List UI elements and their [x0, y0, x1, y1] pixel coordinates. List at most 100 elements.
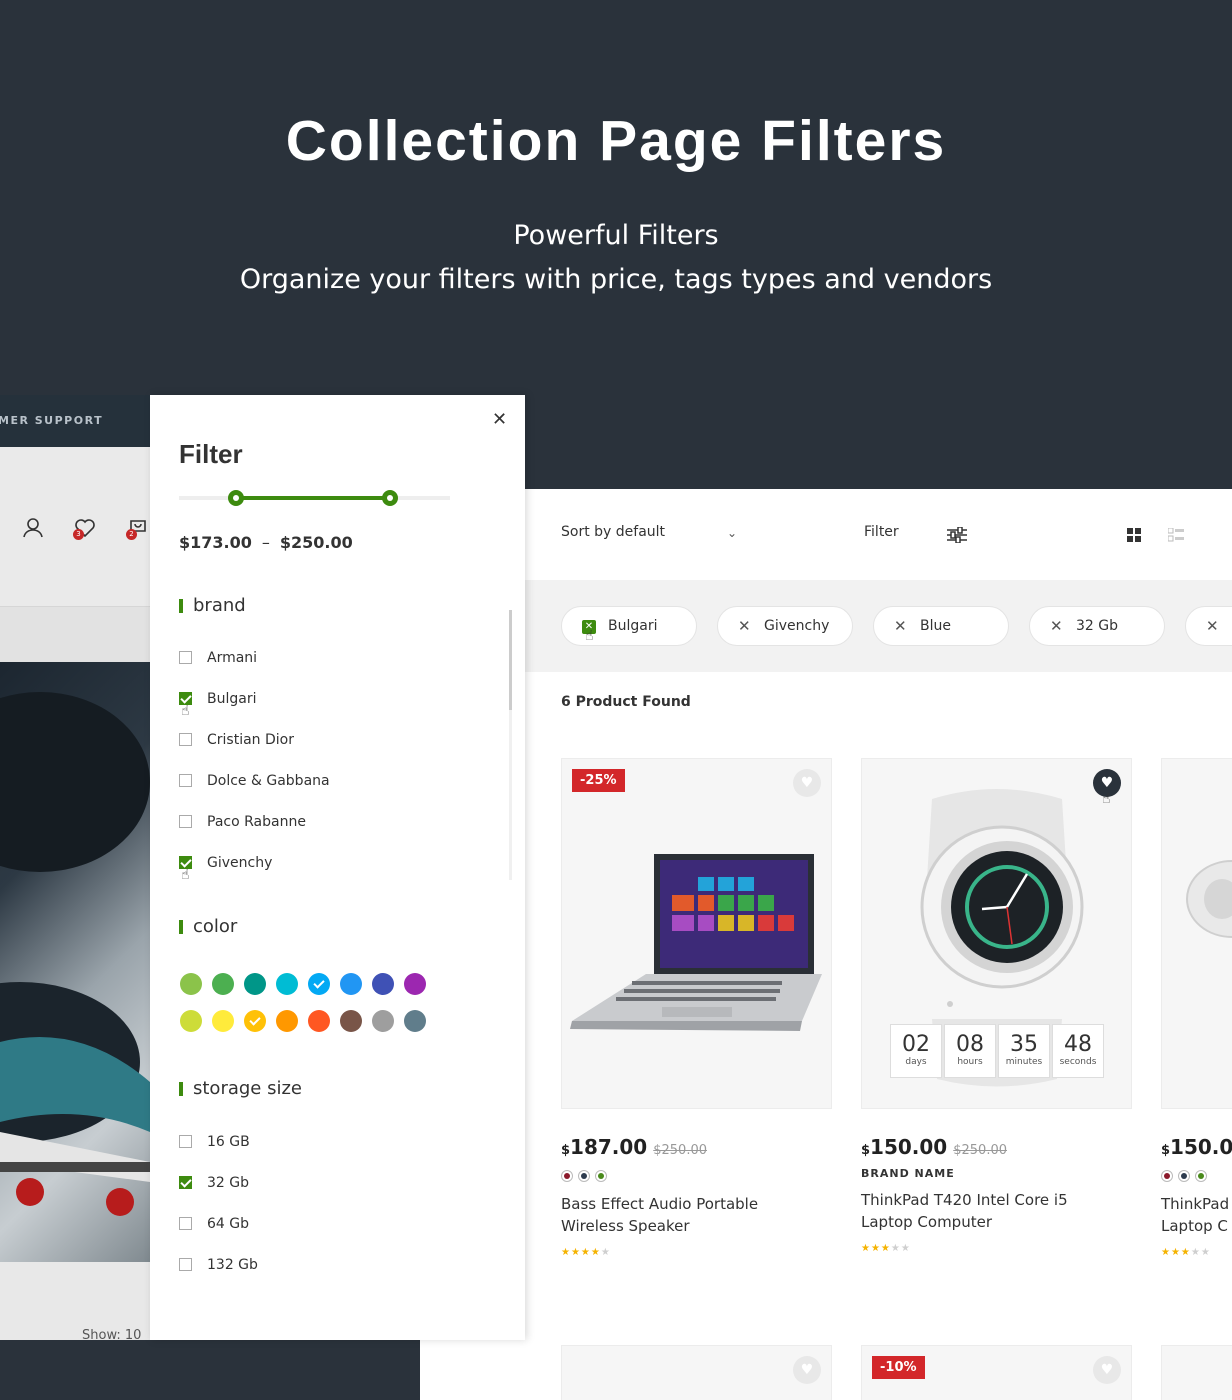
list-view-icon[interactable] — [1168, 528, 1184, 542]
storage-section-title[interactable]: storage size — [179, 1078, 302, 1099]
swatch[interactable] — [561, 1170, 573, 1182]
color-swatch[interactable] — [244, 1010, 266, 1032]
swatch[interactable] — [595, 1170, 607, 1182]
product-name[interactable]: ThinkPad Laptop C — [1161, 1193, 1232, 1237]
product-card[interactable]: -25% ♥ $187.00 $250.00 Bass Effect Audio… — [561, 758, 832, 1258]
filter-toggle-label[interactable]: Filter — [864, 524, 899, 540]
countdown-unit: hours — [957, 1057, 983, 1067]
cart-count-badge: 2 — [126, 529, 137, 540]
color-swatch[interactable] — [404, 1010, 426, 1032]
chip-bulgari[interactable]: ✕ Bulgari — [561, 606, 697, 646]
product-name-line: Wireless Speaker — [561, 1217, 690, 1235]
checkbox-label: 16 GB — [207, 1134, 250, 1150]
user-icon[interactable] — [22, 517, 44, 539]
product-card[interactable]: ♥ 02 days 08 hours 35 minutes 48 seconds ☝ — [861, 758, 1132, 1254]
brand-section-title[interactable]: brand — [179, 595, 246, 616]
checkbox[interactable] — [179, 733, 192, 746]
color-swatch[interactable] — [244, 973, 266, 995]
heart-icon[interactable]: ♥ — [1093, 1356, 1121, 1384]
checkbox[interactable] — [179, 774, 192, 787]
close-icon[interactable]: ✕ — [738, 607, 751, 645]
countdown-value: 02 — [902, 1032, 930, 1057]
product-card[interactable]: ♥ — [561, 1345, 832, 1400]
checkbox-label: Paco Rabanne — [207, 814, 306, 830]
color-swatch[interactable] — [308, 1010, 330, 1032]
close-icon[interactable]: ✕ — [1050, 607, 1063, 645]
price-max: $250.00 — [279, 533, 353, 552]
color-swatch[interactable] — [180, 1010, 202, 1032]
close-icon[interactable]: ✕ — [1206, 607, 1219, 645]
checkbox-label: Cristian Dior — [207, 732, 294, 748]
filter-title: Filter — [179, 439, 243, 469]
chip-givenchy[interactable]: ✕ Givenchy — [717, 606, 853, 646]
checkbox[interactable] — [179, 1176, 192, 1189]
color-swatch[interactable] — [372, 973, 394, 995]
hero-title: Collection Page Filters — [285, 109, 947, 173]
color-swatch[interactable] — [372, 1010, 394, 1032]
checkbox-label: 132 Gb — [207, 1257, 258, 1273]
chip-32gb[interactable]: ✕ 32 Gb — [1029, 606, 1165, 646]
countdown-unit: days — [905, 1057, 927, 1067]
color-swatch[interactable] — [340, 973, 362, 995]
checkbox-label: Bulgari — [207, 691, 257, 707]
countdown-days: 02 days — [890, 1024, 942, 1078]
swatch[interactable] — [1195, 1170, 1207, 1182]
product-image[interactable]: ♥ 02 days 08 hours 35 minutes 48 seconds ☝ — [861, 758, 1132, 1109]
price-slider-min-handle[interactable] — [227, 490, 244, 506]
checkbox[interactable] — [179, 1258, 192, 1271]
color-swatch[interactable] — [404, 973, 426, 995]
countdown-unit: seconds — [1059, 1057, 1097, 1067]
brand-name[interactable]: BRAND NAME — [861, 1167, 1132, 1181]
product-card[interactable] — [1161, 1345, 1232, 1400]
topbar-support-link[interactable]: MER SUPPORT — [0, 414, 103, 427]
filter-sliders-icon[interactable] — [947, 527, 967, 543]
close-icon[interactable]: ✕ — [492, 409, 507, 430]
sort-dropdown[interactable]: Sort by default ⌄ — [561, 524, 737, 540]
color-swatch[interactable] — [212, 1010, 234, 1032]
product-name[interactable]: ThinkPad T420 Intel Core i5 Laptop Compu… — [861, 1189, 1132, 1233]
color-swatch[interactable] — [180, 973, 202, 995]
color-swatch[interactable] — [276, 1010, 298, 1032]
product-card[interactable]: -10% ♥ — [861, 1345, 1132, 1400]
swatch[interactable] — [578, 1170, 590, 1182]
color-swatch[interactable] — [212, 973, 234, 995]
checkbox[interactable] — [179, 651, 192, 664]
color-swatch[interactable] — [276, 973, 298, 995]
grid-view-icon[interactable] — [1127, 528, 1141, 542]
swatch[interactable] — [1161, 1170, 1173, 1182]
close-icon[interactable]: ✕ — [894, 607, 907, 645]
chip-blue[interactable]: ✕ Blue — [873, 606, 1009, 646]
results-count: 6 Product Found — [561, 694, 691, 710]
pointer-cursor-icon: ☝ — [181, 867, 190, 883]
countdown-value: 35 — [1010, 1032, 1038, 1057]
color-section-title[interactable]: color — [179, 916, 237, 937]
sale-badge: -10% — [872, 1356, 925, 1379]
heart-icon[interactable]: ♥ — [793, 1356, 821, 1384]
product-name-line: Laptop C — [1161, 1217, 1228, 1235]
filter-drawer: ✕ Filter $173.00– $250.00 brand Armani Bu… — [150, 395, 525, 1340]
countdown-hours: 08 hours — [944, 1024, 996, 1078]
store-bottom-bar: Show: 10 — [0, 1262, 160, 1343]
collection-panel: Sort by default ⌄ Filter ✕ Bulgari ✕ Giv… — [524, 489, 1232, 1400]
price-slider-range — [235, 496, 391, 500]
swatch[interactable] — [1178, 1170, 1190, 1182]
price-slider-max-handle[interactable] — [382, 490, 399, 506]
rating-stars: ★★★★★ — [561, 1247, 611, 1258]
color-swatch[interactable] — [308, 973, 330, 995]
checkbox-label: Givenchy — [207, 855, 273, 871]
hero-subtitle: Powerful Filters — [513, 220, 719, 251]
countdown-seconds: 48 seconds — [1052, 1024, 1104, 1078]
checkbox[interactable] — [179, 1217, 192, 1230]
chip-more[interactable]: ✕ — [1185, 606, 1232, 646]
sort-label: Sort by default — [561, 524, 666, 540]
product-name-line: ThinkPad — [1161, 1195, 1230, 1213]
checkbox[interactable] — [179, 1135, 192, 1148]
product-name[interactable]: Bass Effect Audio Portable Wireless Spea… — [561, 1193, 832, 1237]
product-card[interactable]: $150.00 ThinkPad Laptop C ★★★★★ — [1161, 758, 1232, 1258]
color-swatch[interactable] — [340, 1010, 362, 1032]
color-swatches — [1161, 1167, 1232, 1182]
product-image[interactable]: -25% ♥ — [561, 758, 832, 1109]
product-image[interactable] — [1161, 758, 1232, 1109]
brand-list-scrollbar[interactable] — [509, 610, 512, 880]
checkbox[interactable] — [179, 815, 192, 828]
